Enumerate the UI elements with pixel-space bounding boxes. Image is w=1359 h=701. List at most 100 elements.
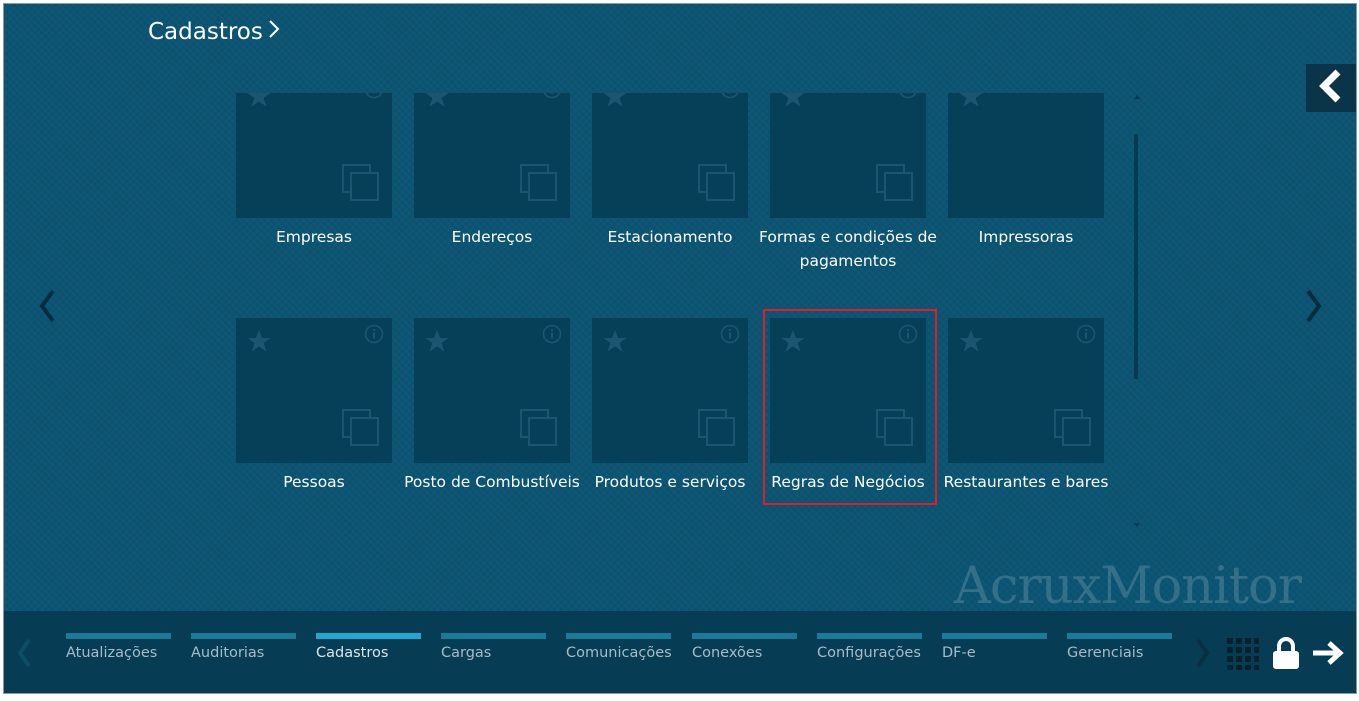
copy-icon [342, 409, 380, 451]
tile-label: Restaurantes e bares [943, 473, 1109, 491]
tab-atualizacoes[interactable]: Atualizações [66, 633, 171, 673]
tab-label: Comunicações [566, 645, 672, 661]
star-icon[interactable] [424, 93, 450, 113]
info-icon[interactable] [720, 324, 740, 348]
chevron-right-icon [267, 18, 281, 46]
tab-indicator [1067, 633, 1172, 639]
previous-page-button[interactable] [32, 288, 62, 328]
tab-indicator [441, 633, 546, 639]
copy-icon [698, 409, 736, 451]
back-button[interactable] [1306, 64, 1356, 112]
tab-indicator [817, 633, 922, 639]
tab-indicator [316, 633, 421, 639]
scroll-down-icon[interactable] [1132, 522, 1142, 528]
info-icon[interactable] [1076, 324, 1096, 348]
chevron-left-icon [37, 288, 57, 328]
tile-label: Posto de Combustíveis [404, 473, 580, 491]
copy-icon [876, 164, 914, 206]
selection-highlight [763, 309, 937, 505]
star-icon[interactable] [958, 328, 984, 358]
tile-posto-combustiveis[interactable]: Posto de Combustíveis [404, 318, 580, 494]
info-icon[interactable] [364, 93, 384, 103]
tab-comunicacoes[interactable]: Comunicações [566, 633, 672, 673]
tab-label: Atualizações [66, 645, 158, 661]
copy-icon [520, 164, 558, 206]
copy-icon [342, 164, 380, 206]
tab-indicator [191, 633, 296, 639]
info-icon[interactable] [720, 93, 740, 103]
star-icon[interactable] [780, 93, 806, 113]
info-icon[interactable] [898, 93, 918, 103]
tab-indicator [66, 633, 171, 639]
vertical-scrollbar[interactable] [1132, 94, 1142, 528]
tile-label: Produtos e serviços [594, 473, 746, 491]
tab-label: Configurações [817, 645, 921, 661]
tile-produtos-servicos[interactable]: Produtos e serviços [592, 318, 748, 494]
tab-cadastros[interactable]: Cadastros [316, 633, 421, 673]
tile-formas-pagamento[interactable]: Formas e condições de pagamentos [759, 93, 937, 273]
tile-empresas[interactable]: Empresas [236, 93, 392, 249]
brand-watermark: AcruxMonitor [954, 557, 1302, 616]
tile-box [414, 318, 570, 463]
star-icon[interactable] [602, 93, 628, 113]
tab-label: Cargas [441, 645, 492, 661]
tab-label: Gerenciais [1067, 645, 1144, 661]
bottom-navigation: Atualizações Auditorias Cadastros Cargas… [4, 611, 1356, 693]
scroll-up-icon[interactable] [1132, 94, 1142, 100]
tab-cargas[interactable]: Cargas [441, 633, 546, 673]
tab-auditorias[interactable]: Auditorias [191, 633, 296, 673]
star-icon[interactable] [246, 328, 272, 358]
tab-label: Auditorias [191, 645, 265, 661]
tile-enderecos[interactable]: Endereços [414, 93, 570, 249]
info-icon[interactable] [542, 324, 562, 348]
next-page-button[interactable] [1299, 288, 1329, 328]
copy-icon [1054, 409, 1092, 451]
star-icon[interactable] [424, 328, 450, 358]
tile-pessoas[interactable]: Pessoas [236, 318, 392, 494]
shortcut-grid: Empresas Endereços Estacionamento Formas… [236, 93, 1116, 533]
tile-label: Endereços [451, 228, 533, 246]
tab-indicator [942, 633, 1047, 639]
exit-button[interactable] [1308, 635, 1348, 675]
tabs-next-button[interactable] [1192, 635, 1214, 675]
tile-restaurantes-bares[interactable]: Restaurantes e bares [944, 318, 1108, 494]
star-icon[interactable] [246, 93, 272, 113]
tab-indicator [566, 633, 671, 639]
chevron-right-icon [1195, 637, 1211, 673]
info-icon[interactable] [542, 93, 562, 103]
star-icon[interactable] [602, 328, 628, 358]
breadcrumb[interactable]: Cadastros [148, 18, 281, 46]
star-icon[interactable] [958, 93, 984, 113]
tab-conexoes[interactable]: Conexões [692, 633, 797, 673]
tabs-prev-button[interactable] [14, 635, 34, 675]
lock-button[interactable] [1270, 635, 1302, 675]
tile-box [236, 318, 392, 463]
chevron-left-icon [16, 637, 32, 673]
chevron-left-icon [1316, 68, 1346, 108]
tile-label: Impressoras [978, 228, 1074, 246]
tile-box [592, 93, 748, 218]
scrollbar-thumb[interactable] [1134, 134, 1138, 379]
app-window: Cadastros Empresas Endereços Estacioname… [3, 3, 1357, 694]
tile-label: Pessoas [283, 473, 345, 491]
tab-indicator [692, 633, 797, 639]
tile-estacionamento[interactable]: Estacionamento [592, 93, 748, 249]
tile-impressoras[interactable]: Impressoras [948, 93, 1104, 249]
tab-label: DF-e [942, 645, 976, 661]
apps-button[interactable] [1226, 638, 1260, 674]
lock-icon [1272, 636, 1300, 674]
copy-icon [698, 164, 736, 206]
tab-configuracoes[interactable]: Configurações [817, 633, 922, 673]
arrow-right-icon [1311, 640, 1345, 670]
tile-label: Empresas [276, 228, 352, 246]
tile-box [770, 93, 926, 218]
tab-gerenciais[interactable]: Gerenciais [1067, 633, 1172, 673]
grid-icon [1227, 638, 1259, 674]
tab-df-e[interactable]: DF-e [942, 633, 1047, 673]
tile-label: Formas e condições de pagamentos [759, 228, 937, 270]
tile-label: Estacionamento [607, 228, 733, 246]
info-icon[interactable] [364, 324, 384, 348]
chevron-right-icon [1304, 288, 1324, 328]
breadcrumb-label: Cadastros [148, 19, 263, 45]
copy-icon [520, 409, 558, 451]
